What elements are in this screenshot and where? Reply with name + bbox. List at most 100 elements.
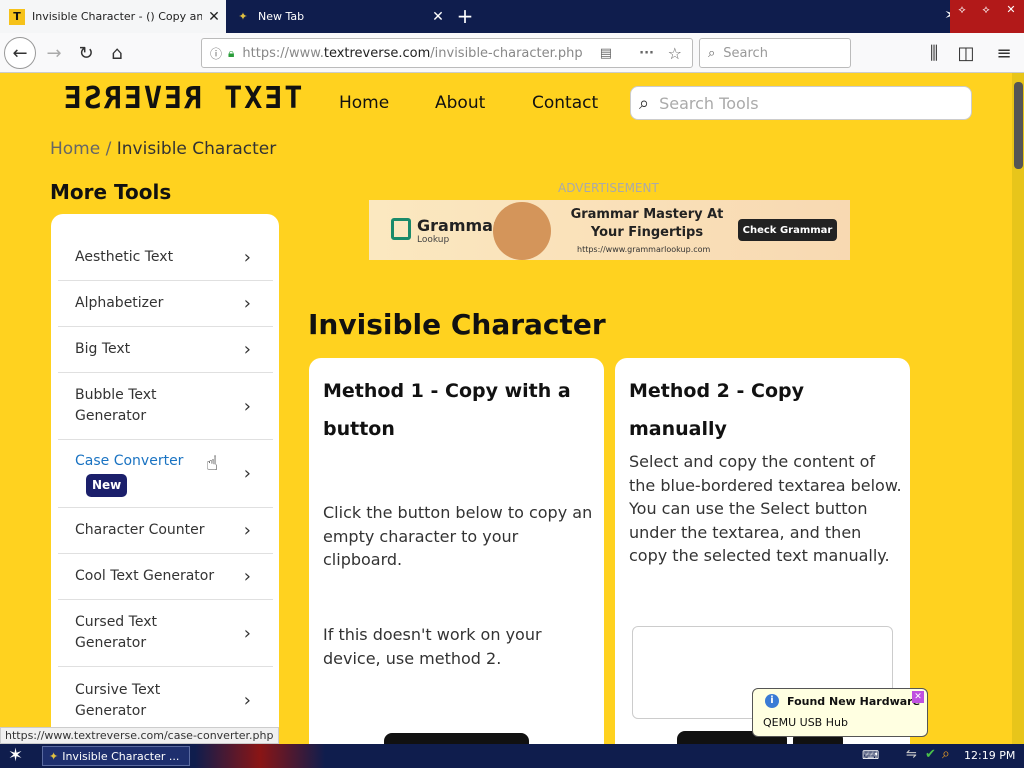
sidebar-item-label: Bubble Text Generator	[75, 387, 157, 424]
tools-sidebar: Aesthetic Text › Alphabetizer › Big Text…	[51, 214, 279, 754]
clock: 12:19 PM	[964, 749, 1016, 762]
bookmark-star-icon[interactable]: ☆	[668, 44, 682, 63]
chevron-right-icon: ›	[243, 463, 251, 484]
sidebar-item-cool-text-generator[interactable]: Cool Text Generator ›	[58, 554, 273, 600]
scrollbar-thumb[interactable]	[1014, 82, 1023, 169]
search-icon: ⌕	[708, 45, 716, 61]
browser-search-box[interactable]: ⌕ Search	[699, 38, 851, 68]
forward-button[interactable]: →	[40, 39, 68, 67]
more-tools-heading: More Tools	[50, 180, 172, 204]
sidebar-item-character-counter[interactable]: Character Counter ›	[58, 508, 273, 554]
page-actions-icon[interactable]: ···	[639, 46, 654, 61]
ad-url: https://www.grammarlookup.com	[577, 245, 711, 254]
sidebar-item-label: Big Text	[75, 341, 131, 357]
tab-invisible-character[interactable]: T Invisible Character - () Copy and P ✕	[0, 0, 226, 33]
found-new-hardware-notification[interactable]: i Found New Hardware QEMU USB Hub ✕	[752, 688, 928, 737]
close-notification-icon[interactable]: ✕	[912, 691, 924, 703]
start-star-icon[interactable]: ✶	[8, 745, 23, 766]
case-converter-link[interactable]: Case Converter	[75, 453, 183, 469]
chevron-right-icon: ›	[243, 339, 251, 360]
address-bar[interactable]: ⓘ 🔒︎ https://www.textreverse.com/invisib…	[201, 38, 693, 68]
info-icon[interactable]: ⓘ	[210, 45, 222, 62]
browser-tab-strip: T Invisible Character - () Copy and P ✕ …	[0, 0, 1024, 33]
library-icon[interactable]: ⫼	[920, 39, 948, 67]
sidebar-item-label: Character Counter	[75, 522, 205, 538]
minimize-icon[interactable]: ⟡	[958, 3, 965, 17]
chevron-right-icon: ›	[243, 566, 251, 587]
chevron-right-icon: ›	[243, 690, 251, 711]
breadcrumb-home-link[interactable]: Home	[50, 139, 100, 159]
status-link-preview: https://www.textreverse.com/case-convert…	[0, 727, 279, 744]
chevron-right-icon: ›	[243, 395, 251, 417]
tab-title: Invisible Character - () Copy and P	[32, 10, 202, 23]
ad-brand: Grammar	[417, 216, 501, 235]
sidebar-item-label: Cursed Text Generator	[75, 614, 157, 651]
advertisement-banner[interactable]: Grammar Lookup Grammar Mastery At Your F…	[369, 200, 850, 260]
reader-view-icon[interactable]: ▤	[600, 46, 612, 61]
breadcrumb-separator: /	[105, 139, 112, 159]
search-tray-icon[interactable]: ⌕	[942, 746, 950, 762]
chevron-right-icon: ›	[243, 520, 251, 541]
method-1-description: Click the button below to copy an empty …	[323, 503, 593, 569]
search-icon: ⌕	[639, 92, 650, 114]
method-1-card: Method 1 - Copy with a button Click the …	[309, 358, 604, 758]
sidebar-item-big-text[interactable]: Big Text ›	[58, 327, 273, 373]
home-button[interactable]: ⌂	[103, 39, 131, 67]
taskbar-decoration	[195, 744, 325, 768]
sidebar-item-label: Cool Text Generator	[75, 568, 215, 584]
grammar-lookup-logo-icon	[391, 218, 411, 240]
close-window-icon[interactable]: ✕	[1006, 3, 1015, 16]
lock-icon: 🔒︎	[228, 45, 235, 60]
sidebar-item-bubble-text-generator[interactable]: Bubble Text Generator ›	[58, 373, 273, 440]
safely-remove-icon[interactable]: ✔	[925, 747, 936, 762]
sidebar-item-cursed-text-generator[interactable]: Cursed Text Generator ›	[58, 600, 273, 667]
taskbar-window-button[interactable]: ✦ Invisible Character ...	[42, 746, 190, 766]
site-logo[interactable]: TEXT REVERSE	[59, 81, 305, 116]
sidebar-toggle-icon[interactable]: ◫	[952, 39, 980, 67]
method-2-description: Select and copy the content of the blue-…	[629, 452, 902, 565]
breadcrumb: Home / Invisible Character	[50, 139, 276, 159]
window-controls[interactable]: ⟡ ⟡ ✕	[950, 0, 1024, 33]
taskbar-window-title: Invisible Character ...	[62, 749, 180, 763]
reload-button[interactable]: ↻	[72, 39, 100, 67]
ad-person-image	[493, 202, 551, 260]
close-tab-icon[interactable]: ✕	[426, 9, 450, 25]
hand-cursor-icon: ☝	[206, 451, 219, 475]
taskbar-app-icon: ✦	[49, 749, 59, 763]
tab-new-tab[interactable]: ✦ New Tab ✕	[226, 0, 450, 33]
search-placeholder: Search	[723, 45, 768, 61]
advertisement-label: ADVERTISEMENT	[558, 181, 659, 195]
maximize-icon[interactable]: ⟡	[982, 3, 989, 17]
page-title: Invisible Character	[308, 308, 606, 341]
new-tab-favicon-icon: ✦	[238, 10, 248, 23]
keyboard-icon[interactable]: ⌨	[862, 748, 879, 762]
favicon-icon: T	[9, 8, 25, 25]
notification-body: QEMU USB Hub	[763, 716, 848, 729]
tool-search-input[interactable]: ⌕ Search Tools	[630, 86, 972, 120]
network-icon[interactable]: ⇋	[906, 747, 917, 762]
search-placeholder: Search Tools	[659, 93, 759, 113]
ad-headline: Grammar Mastery At Your Fingertips	[570, 207, 724, 240]
new-tab-plus-icon[interactable]: +	[452, 4, 478, 28]
chevron-right-icon: ›	[243, 622, 251, 644]
taskbar: ✶ ✦ Invisible Character ... ⌨ ⇋ ✔ ⌕ 12:1…	[0, 744, 1024, 768]
new-badge: New	[86, 473, 128, 497]
url-text: https://www.textreverse.com/invisible-ch…	[242, 45, 583, 61]
sidebar-item-cursive-text-generator[interactable]: Cursive Text Generator ›	[58, 667, 273, 734]
ad-check-grammar-button[interactable]: Check Grammar	[738, 219, 837, 241]
sidebar-item-label: Cursive Text Generator	[75, 681, 161, 719]
page-scrollbar[interactable]	[1012, 73, 1024, 744]
sidebar-item-aesthetic-text[interactable]: Aesthetic Text ›	[58, 235, 273, 281]
nav-about-link[interactable]: About	[435, 93, 485, 113]
nav-home-link[interactable]: Home	[339, 93, 389, 113]
sidebar-item-case-converter[interactable]: Case Converter New ›	[58, 440, 273, 508]
breadcrumb-current: Invisible Character	[116, 139, 277, 159]
method-2-title: Method 2 - Copy manually	[629, 380, 804, 440]
tab-title: New Tab	[258, 10, 305, 23]
sidebar-item-alphabetizer[interactable]: Alphabetizer ›	[58, 281, 273, 327]
method-1-title: Method 1 - Copy with a button	[323, 380, 571, 440]
back-button[interactable]: ←	[4, 37, 36, 69]
menu-icon[interactable]: ≡	[990, 39, 1018, 67]
close-tab-icon[interactable]: ✕	[202, 9, 226, 25]
nav-contact-link[interactable]: Contact	[532, 93, 598, 113]
